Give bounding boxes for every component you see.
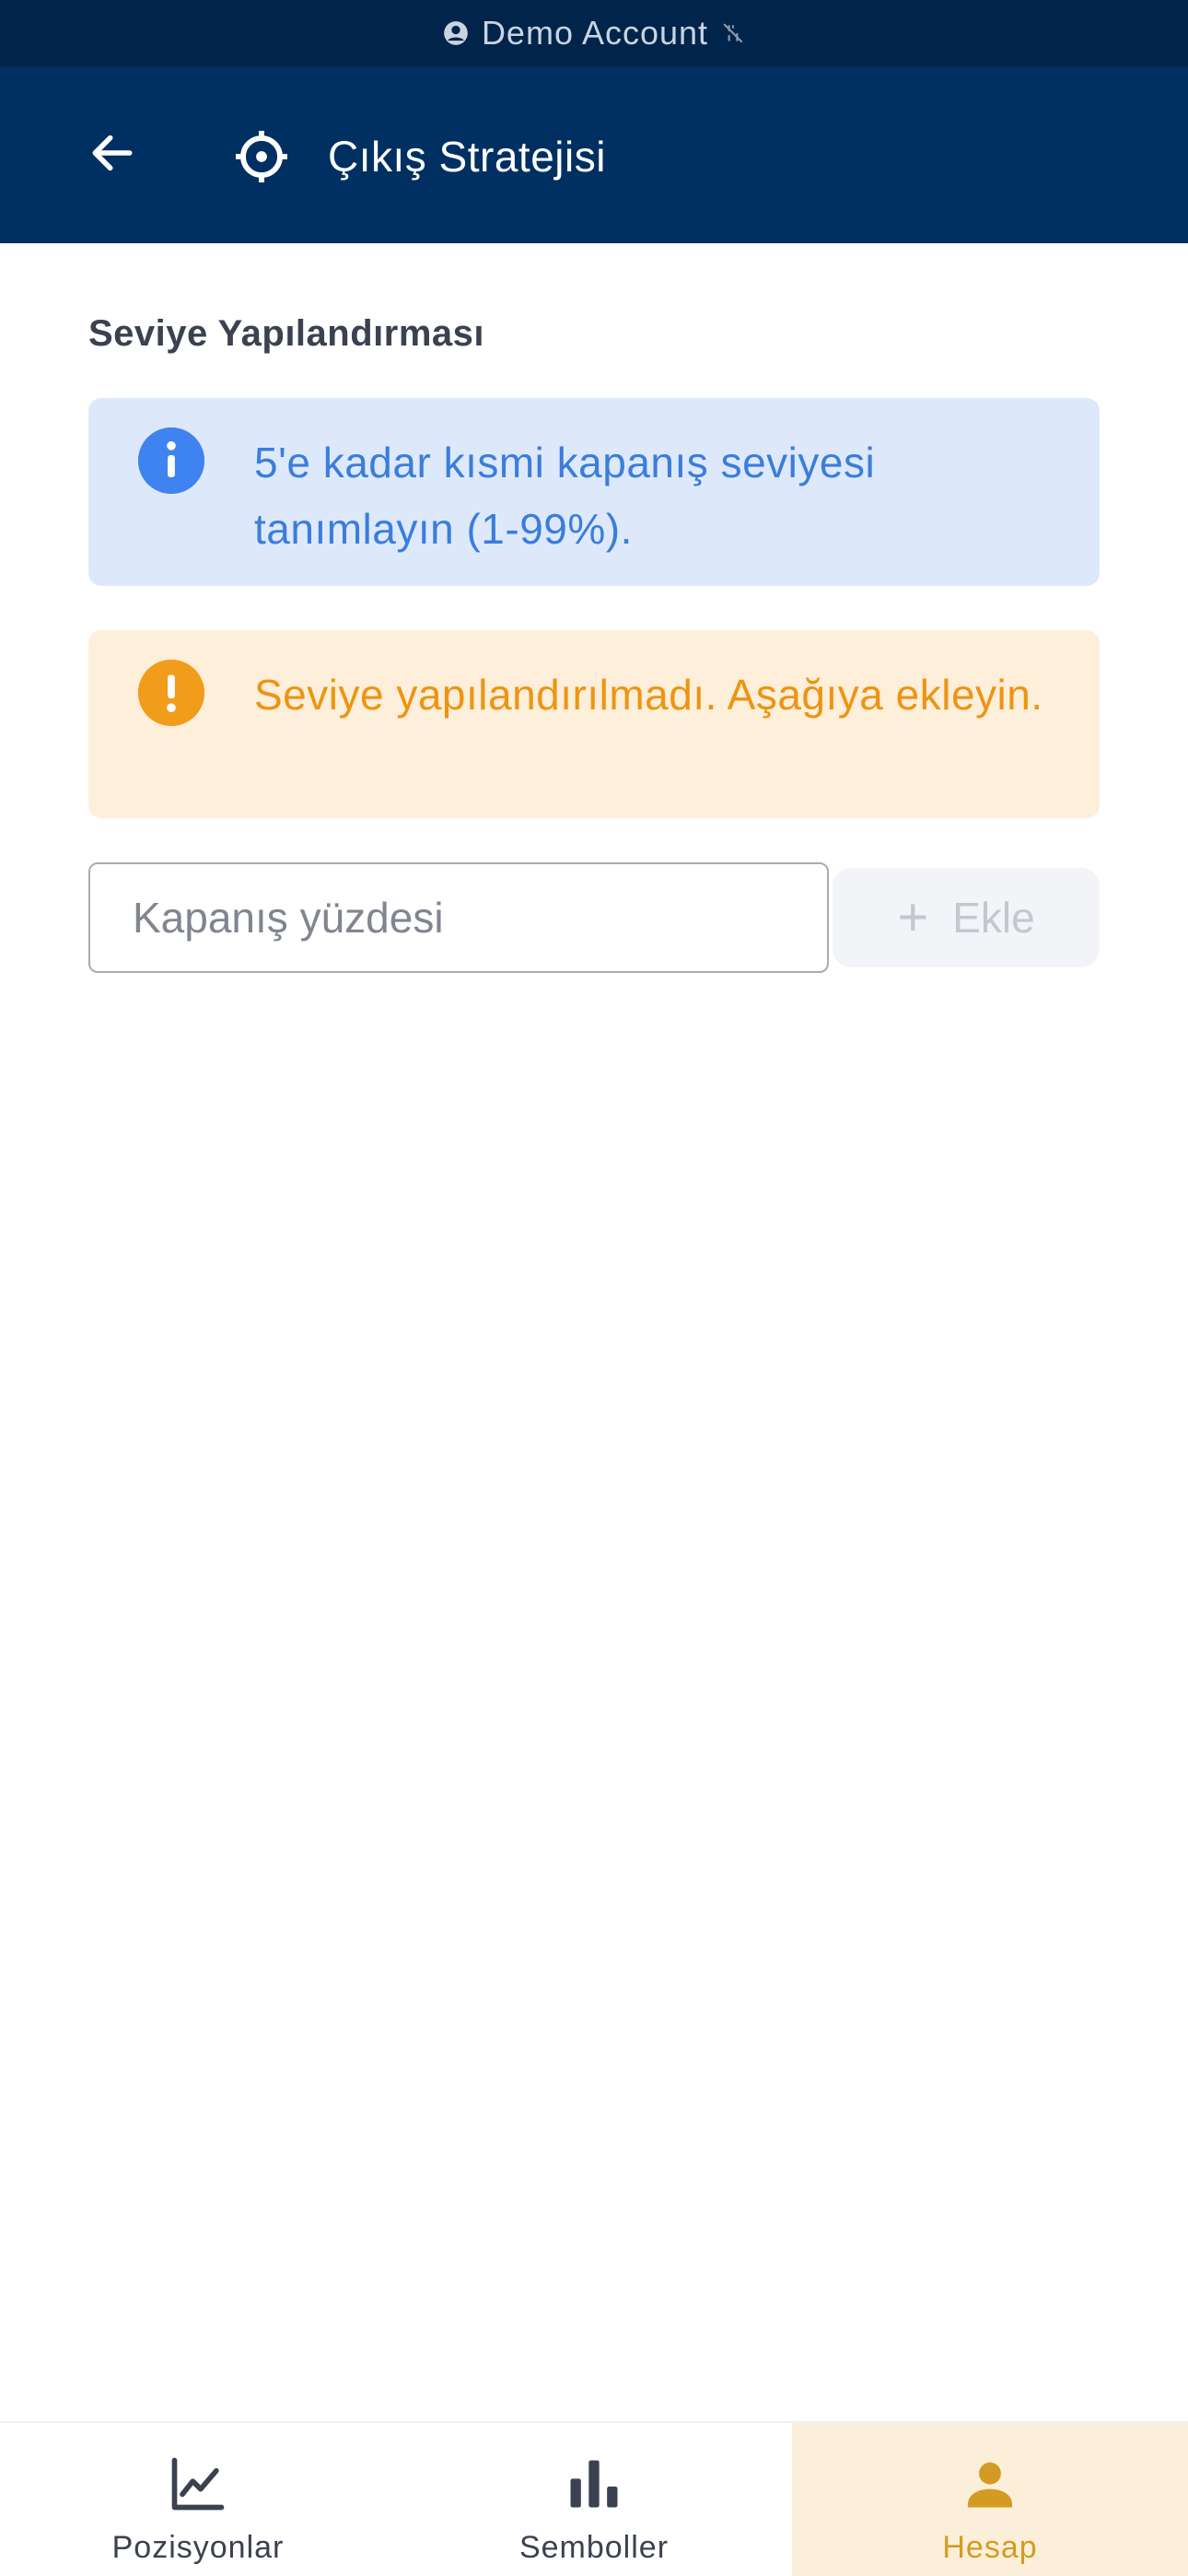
section-title: Seviye Yapılandırması [88, 313, 485, 354]
add-level-button[interactable]: + Ekle [833, 868, 1100, 967]
plus-icon: + [897, 887, 929, 947]
demo-account-label: Demo Account [481, 14, 709, 52]
nav-item-account[interactable]: Hesap [792, 2423, 1188, 2576]
info-icon [138, 427, 204, 494]
nav-item-positions[interactable]: Pozisyonlar [0, 2423, 396, 2576]
warning-alert: Seviye yapılandırılmadı. Aşağıya ekleyin… [88, 630, 1100, 818]
info-alert: 5'e kadar kısmi kapanış seviyesi tanımla… [88, 398, 1100, 586]
level-input-row: + Ekle [88, 862, 1100, 973]
nav-label-positions: Pozisyonlar [111, 2530, 285, 2565]
exclamation-icon [138, 660, 204, 726]
bottom-navigation: Pozisyonlar Semboller Hesap [0, 2421, 1188, 2576]
app-bar: Çıkış Stratejisi [0, 66, 1188, 243]
screen: Demo Account Çıkış Stratejisi Seviye Yap… [0, 0, 1188, 2576]
back-button[interactable] [79, 122, 146, 188]
nav-label-account: Hesap [942, 2530, 1038, 2565]
info-alert-text: 5'e kadar kısmi kapanış seviyesi tanımla… [254, 439, 876, 553]
line-chart-icon [165, 2451, 231, 2517]
close-percentage-input[interactable] [88, 862, 829, 973]
page-title: Çıkış Stratejisi [328, 133, 606, 181]
crosshair-icon [232, 127, 291, 186]
person-icon [957, 2451, 1023, 2517]
add-button-label: Ekle [952, 894, 1035, 942]
nav-item-symbols[interactable]: Semboller [396, 2423, 792, 2576]
account-circle-icon [443, 20, 469, 46]
back-arrow-icon [87, 127, 138, 183]
warning-alert-text: Seviye yapılandırılmadı. Aşağıya ekleyin… [254, 671, 1043, 719]
bar-chart-icon [561, 2451, 627, 2517]
demo-account-banner: Demo Account [0, 0, 1188, 66]
nav-label-symbols: Semboller [518, 2530, 670, 2565]
signal-off-icon [721, 21, 745, 45]
